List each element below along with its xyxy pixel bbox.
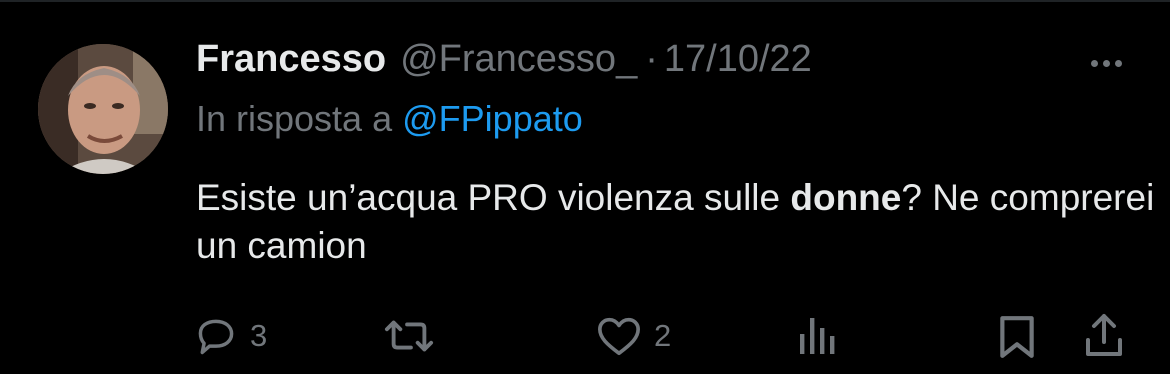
share-icon (1086, 314, 1122, 356)
more-dot (1115, 60, 1122, 67)
retweet-button[interactable] (384, 314, 446, 358)
tweet-header: Francesso @Francesso_ · 17/10/22 (196, 38, 1136, 94)
heart-icon (598, 317, 640, 356)
like-count: 2 (654, 318, 672, 353)
tweet-text: Esiste un’acqua PRO violenza sulle donne… (196, 174, 1156, 270)
views-button[interactable] (798, 316, 838, 356)
header-separator: · (645, 38, 658, 80)
more-dot (1091, 60, 1098, 67)
reply-prefix: In risposta a (196, 98, 393, 139)
user-avatar-photo (38, 44, 168, 174)
analytics-bars-icon (800, 318, 835, 354)
bookmark-button[interactable] (998, 314, 1036, 360)
tweet-date[interactable]: 17/10/22 (664, 38, 812, 81)
reply-mention-link[interactable]: @FPippato (402, 98, 583, 139)
reply-context: In risposta a @FPippato (196, 98, 1136, 150)
avatar[interactable] (38, 44, 168, 174)
tweet-content: Francesso @Francesso_ · 17/10/22 In risp… (196, 38, 1154, 270)
more-dot (1103, 60, 1110, 67)
action-bar: 3 2 (0, 308, 1170, 364)
tweet-text-bold: donne (790, 177, 902, 218)
more-options-icon[interactable] (1091, 60, 1122, 67)
reply-bubble-icon (198, 319, 234, 355)
author-name[interactable]: Francesso (196, 38, 386, 81)
reply-count: 3 (250, 318, 268, 353)
top-divider (0, 0, 1170, 2)
reply-button[interactable]: 3 (194, 314, 267, 358)
share-button[interactable] (1084, 312, 1124, 358)
bookmark-icon (1000, 316, 1034, 358)
author-handle[interactable]: @Francesso_ (400, 38, 637, 81)
retweet-icon (384, 320, 434, 352)
like-button[interactable]: 2 (596, 314, 671, 358)
tweet-text-part1: Esiste un’acqua PRO violenza sulle (196, 177, 791, 218)
